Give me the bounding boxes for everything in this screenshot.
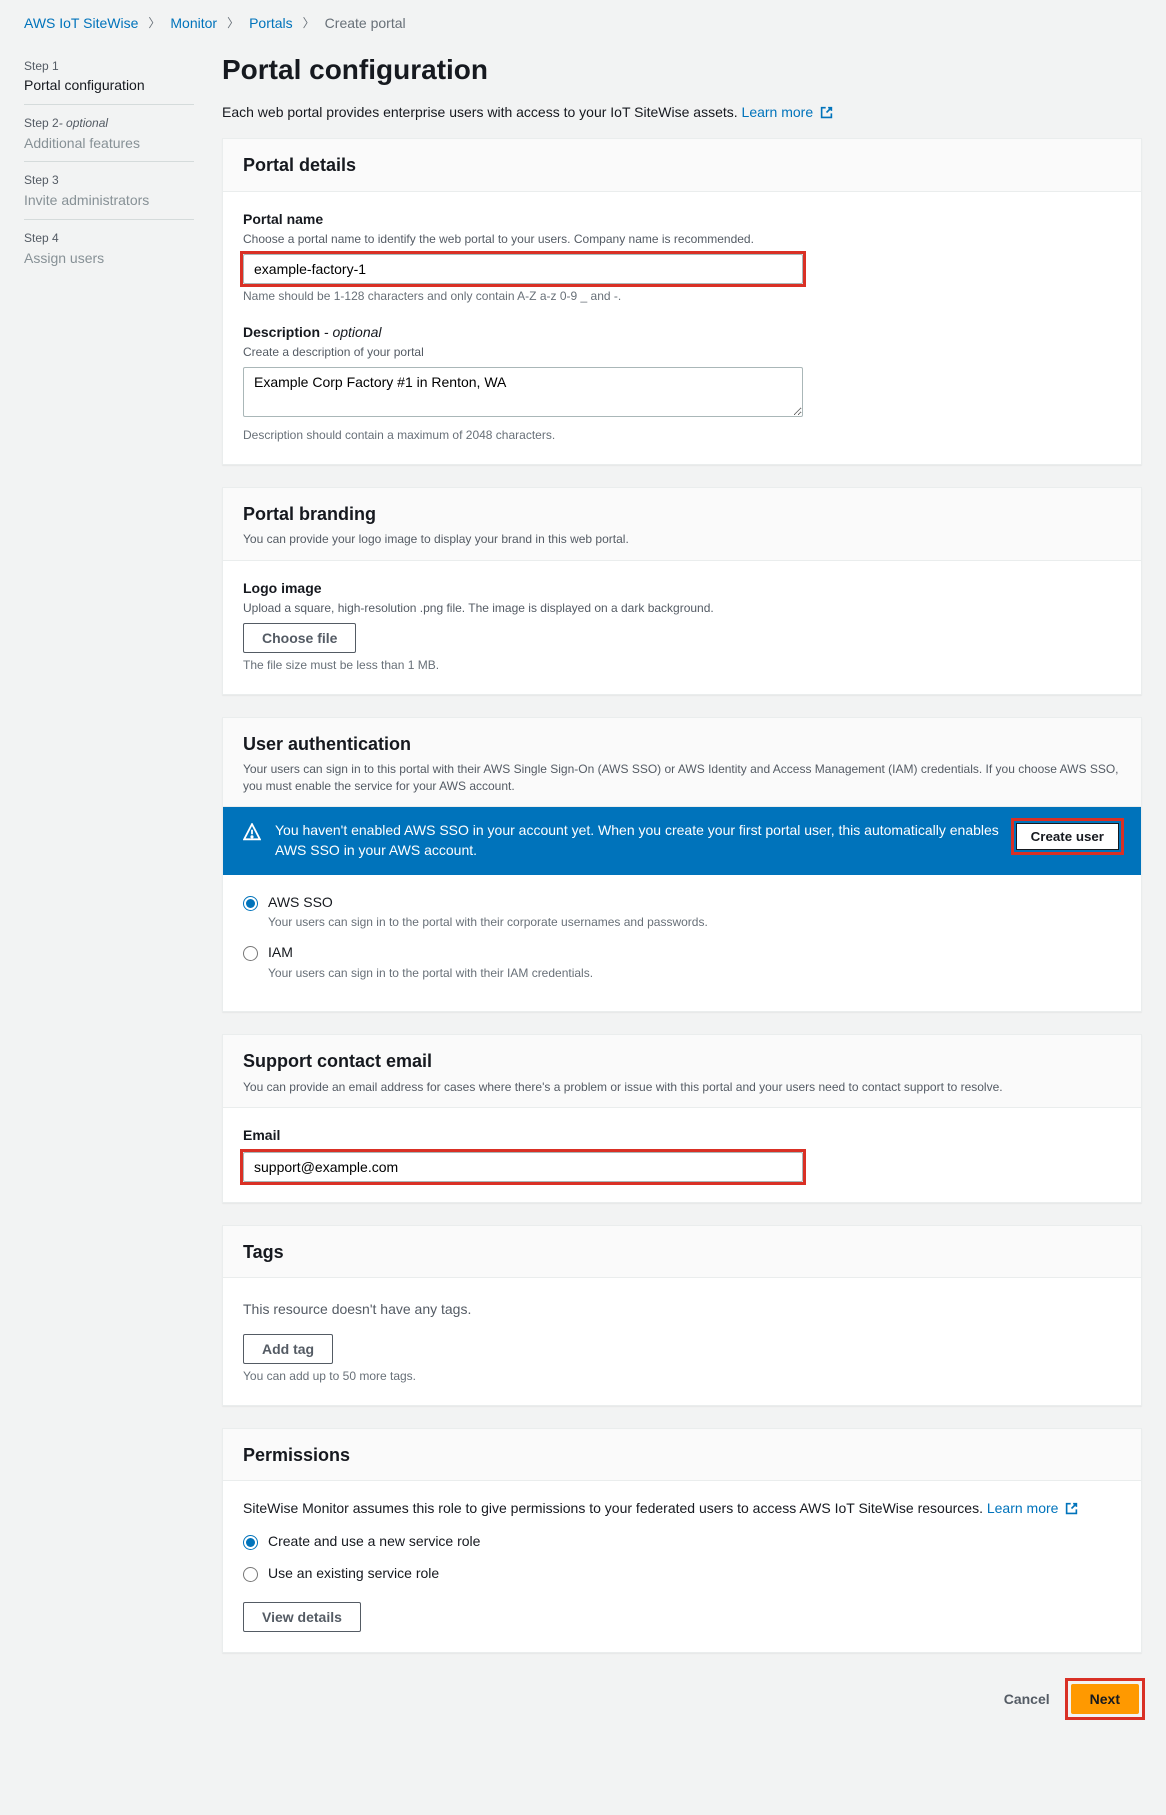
wizard-steps: Step 1 Portal configuration Step 2- opti… [24,46,194,1737]
auth-panel: User authentication Your users can sign … [222,717,1142,1013]
breadcrumb: AWS IoT SiteWise 〉 Monitor 〉 Portals 〉 C… [0,0,1166,40]
portal-name-label: Portal name [243,210,1121,230]
breadcrumb-link-portals[interactable]: Portals [249,14,293,34]
branding-header: Portal branding [243,502,1121,527]
description-hint: Create a description of your portal [243,344,1121,361]
auth-header: User authentication [243,732,1121,757]
portal-name-input[interactable] [243,254,803,284]
tags-panel: Tags This resource doesn't have any tags… [222,1225,1142,1406]
highlight-portal-name [243,254,803,284]
support-desc: You can provide an email address for cas… [243,1079,1121,1096]
subtitle-text: Each web portal provides enterprise user… [222,104,738,120]
step-2[interactable]: Step 2- optional Additional features [24,109,194,162]
permissions-learn-more[interactable]: Learn more [987,1500,1078,1516]
support-panel: Support contact email You can provide an… [222,1034,1142,1203]
radio-new-role-input[interactable] [243,1535,258,1550]
page-subtitle: Each web portal provides enterprise user… [222,103,1142,123]
step-num-label: Step 1 [24,59,59,73]
radio-iam[interactable]: IAM Your users can sign in to the portal… [243,943,1121,981]
radio-new-role[interactable]: Create and use a new service role [243,1532,1121,1552]
step-1[interactable]: Step 1 Portal configuration [24,52,194,105]
logo-label: Logo image [243,579,1121,599]
radio-new-role-label: Create and use a new service role [268,1532,480,1552]
breadcrumb-current: Create portal [325,14,406,34]
highlight-next: Next [1068,1681,1142,1717]
chevron-right-icon: 〉 [303,15,315,32]
highlight-email [243,1152,803,1182]
branding-panel: Portal branding You can provide your log… [222,487,1142,695]
radio-aws-sso[interactable]: AWS SSO Your users can sign in to the po… [243,893,1121,931]
support-email-input[interactable] [243,1152,803,1182]
next-button[interactable]: Next [1071,1684,1139,1714]
radio-iam-desc: Your users can sign in to the portal wit… [268,965,593,982]
description-helper: Description should contain a maximum of … [243,427,1121,444]
step-num-label: Step 4 [24,231,59,245]
radio-sso-input[interactable] [243,896,258,911]
cancel-button[interactable]: Cancel [1004,1691,1050,1707]
sso-info-alert: You haven't enabled AWS SSO in your acco… [223,807,1141,874]
step-4[interactable]: Step 4 Assign users [24,224,194,276]
email-label: Email [243,1126,1121,1146]
radio-existing-role-label: Use an existing service role [268,1564,439,1584]
chevron-right-icon: 〉 [227,15,239,32]
add-tag-button[interactable]: Add tag [243,1334,333,1364]
auth-desc: Your users can sign in to this portal wi… [243,761,1121,795]
tags-header: Tags [243,1240,1121,1265]
branding-desc: You can provide your logo image to displ… [243,531,1121,548]
radio-iam-label: IAM [268,943,593,963]
portal-details-header: Portal details [243,153,1121,178]
step-title: Invite administrators [24,191,194,211]
radio-existing-role[interactable]: Use an existing service role [243,1564,1121,1584]
radio-existing-role-input[interactable] [243,1567,258,1582]
description-input[interactable] [243,367,803,417]
breadcrumb-link-sitewise[interactable]: AWS IoT SiteWise [24,14,138,34]
step-optional: - optional [59,116,108,130]
page-title: Portal configuration [222,50,1142,89]
choose-file-button[interactable]: Choose file [243,623,356,653]
footer-actions: Cancel Next [222,1675,1142,1737]
radio-sso-label: AWS SSO [268,893,708,913]
permissions-header: Permissions [243,1443,1121,1468]
view-details-button[interactable]: View details [243,1602,361,1632]
radio-iam-input[interactable] [243,946,258,961]
warning-icon [243,823,261,841]
radio-sso-desc: Your users can sign in to the portal wit… [268,914,708,931]
portal-name-helper: Name should be 1-128 characters and only… [243,288,1121,305]
logo-helper: The file size must be less than 1 MB. [243,657,1121,674]
step-num-label: Step 3 [24,173,59,187]
permissions-text: SiteWise Monitor assumes this role to gi… [243,1499,1121,1519]
learn-more-link[interactable]: Learn more [742,104,833,120]
step-title: Additional features [24,134,194,154]
tags-empty-text: This resource doesn't have any tags. [243,1300,1121,1320]
step-num-label: Step 2 [24,116,59,130]
external-link-icon [1065,1502,1078,1515]
external-link-icon [820,106,833,119]
step-title: Assign users [24,249,194,269]
permissions-panel: Permissions SiteWise Monitor assumes thi… [222,1428,1142,1653]
breadcrumb-link-monitor[interactable]: Monitor [170,14,217,34]
logo-hint: Upload a square, high-resolution .png fi… [243,600,1121,617]
portal-details-panel: Portal details Portal name Choose a port… [222,138,1142,464]
highlight-create-user: Create user [1014,821,1121,852]
description-label: Description - optional [243,323,1121,343]
chevron-right-icon: 〉 [148,15,160,32]
tags-helper: You can add up to 50 more tags. [243,1368,1121,1385]
support-header: Support contact email [243,1049,1121,1074]
create-user-button[interactable]: Create user [1016,823,1119,850]
portal-name-hint: Choose a portal name to identify the web… [243,231,1121,248]
step-3[interactable]: Step 3 Invite administrators [24,166,194,219]
step-title: Portal configuration [24,76,194,96]
alert-text: You haven't enabled AWS SSO in your acco… [275,821,1000,860]
